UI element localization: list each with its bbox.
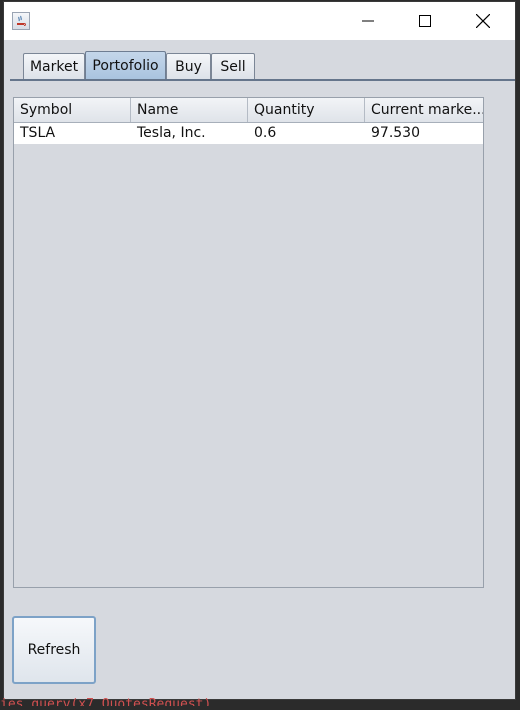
column-header-current-market[interactable]: Current marke...: [365, 98, 483, 122]
cell-symbol[interactable]: TSLA: [14, 123, 131, 144]
title-bar[interactable]: [4, 2, 515, 40]
cell-current-market[interactable]: 97.530: [365, 123, 483, 144]
refresh-button[interactable]: Refresh: [12, 616, 96, 684]
table-row[interactable]: TSLA Tesla, Inc. 0.6 97.530: [14, 123, 483, 144]
tab-bar: Market Portofolio Buy Sell: [4, 40, 515, 84]
minimize-button[interactable]: [345, 2, 391, 40]
background-code-text: ies.query(x7 QuotesRequest): [0, 697, 212, 706]
table-header: Symbol Name Quantity Current marke...: [14, 98, 483, 123]
maximize-button[interactable]: [402, 2, 448, 40]
tab-portofolio[interactable]: Portofolio: [85, 51, 166, 80]
cell-name[interactable]: Tesla, Inc.: [131, 123, 248, 144]
cell-quantity[interactable]: 0.6: [248, 123, 365, 144]
portfolio-table[interactable]: Symbol Name Quantity Current marke... TS…: [13, 97, 484, 588]
column-header-name[interactable]: Name: [131, 98, 248, 122]
close-button[interactable]: [460, 2, 506, 40]
tab-market[interactable]: Market: [23, 53, 85, 79]
tab-sell[interactable]: Sell: [211, 53, 255, 79]
table-body: TSLA Tesla, Inc. 0.6 97.530: [14, 123, 483, 144]
close-icon: [476, 14, 490, 28]
column-header-symbol[interactable]: Symbol: [14, 98, 131, 122]
tab-divider: [10, 79, 515, 81]
minimize-icon: [362, 20, 374, 22]
column-header-quantity[interactable]: Quantity: [248, 98, 365, 122]
maximize-icon: [419, 15, 431, 27]
java-app-icon[interactable]: [12, 12, 30, 30]
app-window: Market Portofolio Buy Sell Symbol Name Q…: [4, 2, 515, 699]
tab-buy[interactable]: Buy: [166, 53, 211, 79]
